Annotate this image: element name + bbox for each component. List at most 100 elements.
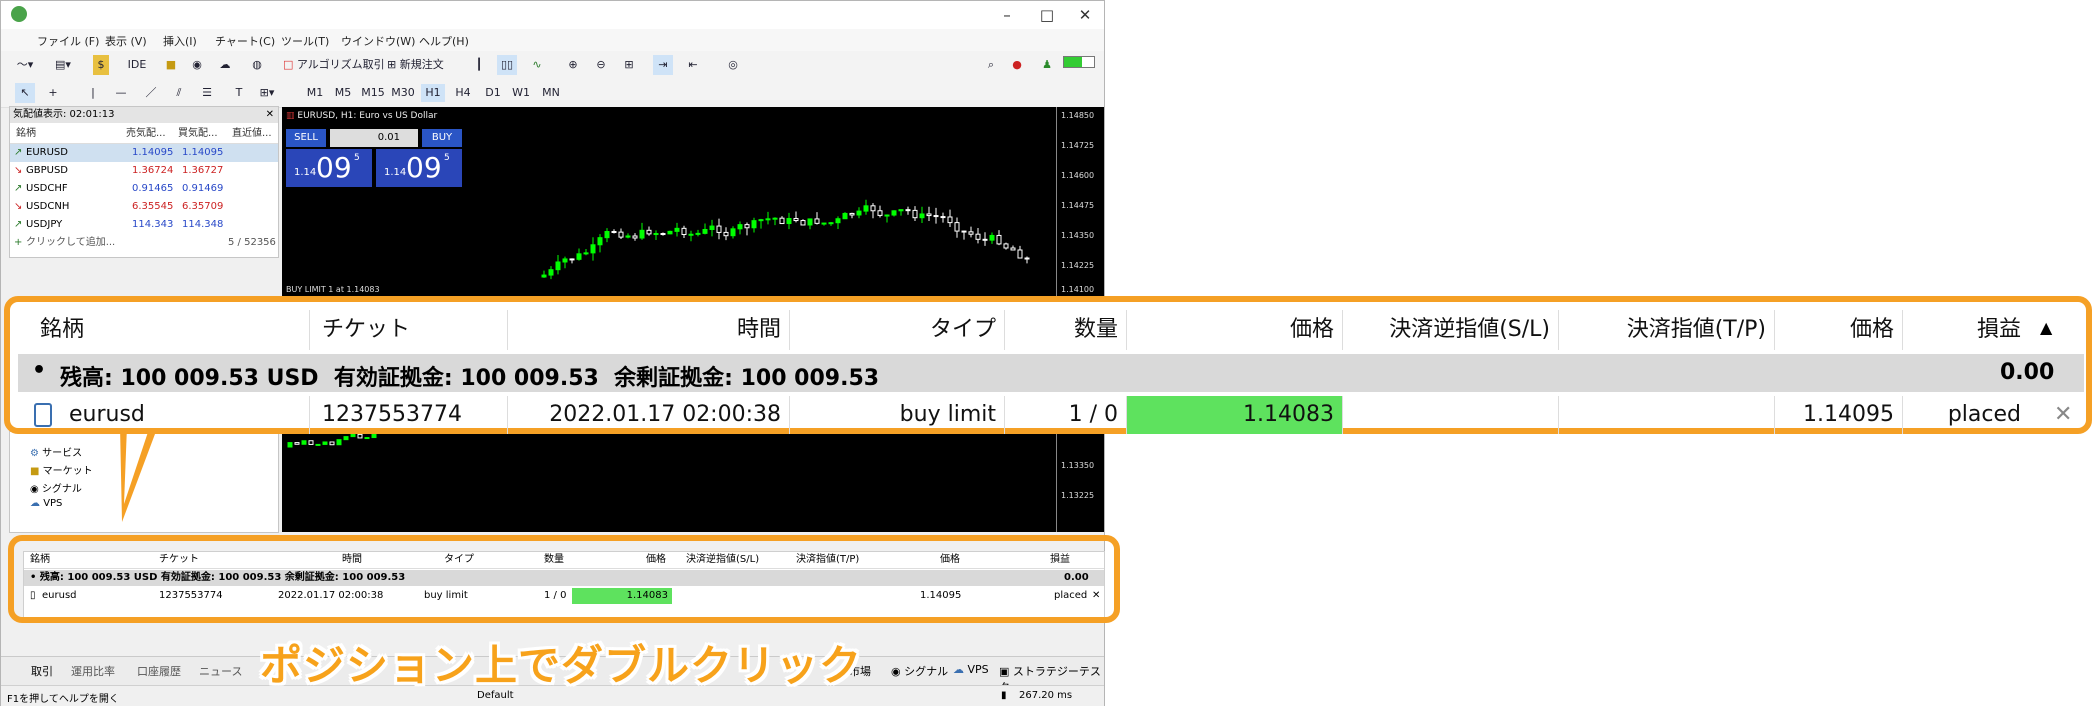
ide-button[interactable]: IDE bbox=[127, 55, 147, 75]
list-item[interactable]: ↗ USDCHF 0.91465 0.91469 bbox=[10, 180, 278, 198]
candle bbox=[625, 233, 631, 239]
col-type[interactable]: タイプ bbox=[790, 310, 1005, 350]
col-sl[interactable]: 決済逆指値(S/L) bbox=[1343, 310, 1559, 350]
dollar-icon[interactable]: $ bbox=[93, 55, 109, 75]
list-item[interactable]: ↘ GBPUSD 1.36724 1.36727 bbox=[10, 162, 278, 180]
menu-window[interactable]: ウインドウ(W) bbox=[341, 33, 415, 49]
text-icon[interactable]: T bbox=[229, 83, 249, 103]
signal-icon[interactable]: ◉ bbox=[187, 55, 207, 75]
menu-view[interactable]: 表示 (V) bbox=[105, 33, 147, 49]
tf-m30[interactable]: M30 bbox=[389, 84, 417, 102]
channel-icon[interactable]: ⫽ bbox=[169, 83, 189, 103]
order-row[interactable]: eurusd 1237553774 2022.01.17 02:00:38 bu… bbox=[18, 396, 2084, 434]
menu-chart[interactable]: チャート(C) bbox=[215, 33, 275, 49]
user-icon[interactable]: ♟ bbox=[1037, 55, 1057, 75]
col-current-price[interactable]: 価格 bbox=[1775, 310, 1903, 350]
autoscroll-icon[interactable]: ⇥ bbox=[653, 55, 673, 75]
tab-exposure[interactable]: 運用比率 bbox=[71, 663, 115, 679]
tab-vps[interactable]: ☁ VPS bbox=[953, 663, 989, 676]
cell-price: 1.14083 bbox=[1127, 396, 1343, 434]
menu-help[interactable]: ヘルプ(H) bbox=[419, 33, 469, 49]
globe-icon[interactable]: ◍ bbox=[247, 55, 267, 75]
col-profit[interactable]: 損益 bbox=[1903, 310, 2029, 350]
chart-type-icon[interactable]: 〜▾ bbox=[15, 55, 35, 75]
maximize-button[interactable]: □ bbox=[1031, 5, 1063, 25]
col-ticket[interactable]: チケット bbox=[310, 310, 508, 350]
cursor-icon[interactable]: ↖ bbox=[15, 83, 35, 103]
list-item[interactable]: ↘ USDCNH 6.35545 6.35709 bbox=[10, 198, 278, 216]
tf-m15[interactable]: M15 bbox=[359, 84, 387, 102]
col-tp[interactable]: 決済指値(T/P) bbox=[1559, 310, 1775, 350]
shapes-icon[interactable]: ⊞▾ bbox=[257, 83, 277, 103]
col-last[interactable]: 直近値... bbox=[232, 125, 272, 143]
nav-item-services[interactable]: ⚙ サービス bbox=[30, 444, 82, 459]
chart-shift-icon[interactable]: ⇤ bbox=[683, 55, 703, 75]
col-bid[interactable]: 売気配... bbox=[126, 125, 166, 143]
candle bbox=[336, 439, 342, 446]
tf-mn[interactable]: MN bbox=[539, 84, 563, 102]
vertical-line-icon[interactable]: | bbox=[83, 83, 103, 103]
bar-chart-icon[interactable]: ┃ bbox=[469, 55, 489, 75]
col-ask[interactable]: 買気配... bbox=[178, 125, 218, 143]
tab-trade[interactable]: 取引 bbox=[31, 663, 53, 679]
candle bbox=[329, 441, 335, 446]
menu-tools[interactable]: ツール(T) bbox=[281, 33, 329, 49]
candle bbox=[982, 232, 988, 246]
screenshot-icon[interactable]: ◎ bbox=[723, 55, 743, 75]
grid-icon[interactable]: ⊞ bbox=[619, 55, 639, 75]
tf-w1[interactable]: W1 bbox=[509, 84, 533, 102]
arrow-up-icon: ↗ bbox=[14, 183, 23, 194]
tab-signals[interactable]: ◉ シグナル bbox=[891, 663, 948, 679]
notification-icon[interactable]: ● bbox=[1007, 55, 1027, 75]
menu-file[interactable]: ファイル (F) bbox=[37, 33, 99, 49]
tab-history[interactable]: 口座履歴 bbox=[137, 663, 181, 679]
crosshair-icon[interactable]: + bbox=[43, 83, 63, 103]
tf-d1[interactable]: D1 bbox=[481, 84, 505, 102]
line-chart-icon[interactable]: ∿ bbox=[527, 55, 547, 75]
nav-item-market[interactable]: ■ マーケット bbox=[30, 462, 93, 477]
candle bbox=[765, 211, 771, 225]
tf-h4[interactable]: H4 bbox=[451, 84, 475, 102]
arrow-up-icon: ↗ bbox=[14, 147, 23, 158]
cloud-icon[interactable]: ☁ bbox=[215, 55, 235, 75]
zoom-in-icon[interactable]: ⊕ bbox=[563, 55, 583, 75]
nav-item-vps[interactable]: ☁ VPS bbox=[30, 498, 62, 509]
tf-m1[interactable]: M1 bbox=[303, 84, 327, 102]
candle bbox=[569, 258, 575, 264]
close-order-icon[interactable]: ✕ bbox=[2054, 402, 2072, 427]
list-item[interactable]: ↗ EURUSD 1.14095 1.14095 bbox=[10, 144, 278, 162]
close-icon[interactable]: ✕ bbox=[266, 107, 274, 123]
candle bbox=[849, 212, 855, 219]
gear-icon: ⚙ bbox=[30, 448, 39, 459]
col-price[interactable]: 価格 bbox=[1127, 310, 1343, 350]
tf-m5[interactable]: M5 bbox=[331, 84, 355, 102]
tf-h1[interactable]: H1 bbox=[421, 84, 445, 102]
close-button[interactable]: ✕ bbox=[1069, 5, 1101, 25]
list-item[interactable]: ↗ USDJPY 114.343 114.348 bbox=[10, 216, 278, 234]
algo-trading-button[interactable]: □ アルゴリズム取引 bbox=[283, 55, 385, 75]
fibonacci-icon[interactable]: ☰ bbox=[197, 83, 217, 103]
templates-icon[interactable]: ▤▾ bbox=[53, 55, 73, 75]
col-symbol[interactable]: 銘柄 bbox=[16, 125, 36, 143]
col-time[interactable]: 時間 bbox=[508, 310, 790, 350]
candle bbox=[828, 222, 834, 226]
sort-arrow-icon[interactable]: ▲ bbox=[2040, 318, 2052, 337]
lock-icon[interactable]: ■ bbox=[161, 55, 181, 75]
col-symbol[interactable]: 銘柄 bbox=[28, 310, 310, 350]
new-order-button[interactable]: ⊞ 新規注文 bbox=[387, 55, 444, 75]
new-order-icon: ⊞ bbox=[387, 58, 397, 71]
balance-row: • 残高: 100 009.53 USD 有効証拠金: 100 009.53 余… bbox=[18, 354, 2084, 392]
search-icon[interactable]: ⌕ bbox=[981, 55, 1001, 75]
menu-insert[interactable]: 挿入(I) bbox=[163, 33, 197, 49]
minimize-button[interactable]: – bbox=[991, 5, 1023, 25]
candle-chart-icon[interactable]: ▯▯ bbox=[497, 55, 517, 75]
trendline-icon[interactable]: ／ bbox=[141, 83, 161, 103]
col-volume[interactable]: 数量 bbox=[1005, 310, 1127, 350]
horizontal-line-icon[interactable]: — bbox=[111, 83, 131, 103]
candle bbox=[737, 221, 743, 235]
nav-item-signals[interactable]: ◉ シグナル bbox=[30, 480, 82, 495]
add-symbol-row[interactable]: + クリックして追加... 5 / 52356 bbox=[10, 234, 278, 252]
title-bar: – □ ✕ bbox=[1, 1, 1104, 29]
zoom-out-icon[interactable]: ⊖ bbox=[591, 55, 611, 75]
tab-news[interactable]: ニュース bbox=[199, 663, 242, 679]
